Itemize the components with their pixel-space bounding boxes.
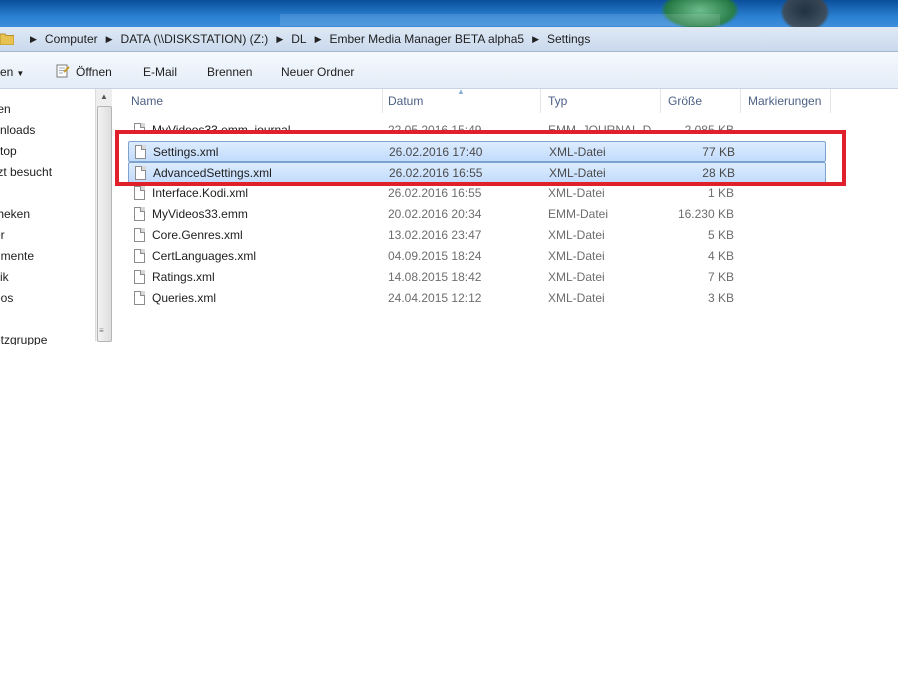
column-header-type[interactable]: Typ [541, 89, 661, 113]
file-date: 24.04.2015 12:12 [388, 291, 482, 305]
breadcrumb-ember[interactable]: Ember Media Manager BETA alpha5 [330, 32, 525, 46]
breadcrumb-data-drive[interactable]: DATA (\\DISKSTATION) (Z:) [121, 32, 269, 46]
file-date: 26.02.2016 16:55 [388, 186, 482, 200]
breadcrumb-dl[interactable]: DL [291, 32, 306, 46]
file-icon [134, 186, 145, 200]
file-size: 3 KB [707, 291, 734, 305]
breadcrumb-arrow-icon[interactable]: ▶ [532, 34, 539, 45]
column-header-tags[interactable]: Markierungen [741, 89, 831, 113]
file-size: 5 KB [707, 228, 734, 242]
organize-label: en [0, 65, 14, 79]
file-row[interactable]: Queries.xml 24.04.2015 12:12 XML-Datei 3… [128, 288, 826, 309]
file-date: 20.02.2016 20:34 [388, 207, 482, 221]
column-header-size[interactable]: Größe [661, 89, 741, 113]
nav-item-libraries[interactable]: theken [0, 207, 30, 221]
nav-item-recent[interactable]: tzt besucht [0, 165, 52, 179]
file-list: Name ▲ Datum Typ Größe Markierungen MyVi… [112, 87, 898, 341]
folder-icon [0, 33, 14, 45]
new-folder-button[interactable]: Neuer Ordner [281, 65, 354, 79]
breadcrumb-arrow-icon[interactable]: ▶ [30, 34, 37, 45]
file-name: MyVideos33.emm [152, 207, 248, 221]
file-name: Core.Genres.xml [152, 228, 243, 242]
file-row[interactable]: Core.Genres.xml 13.02.2016 23:47 XML-Dat… [128, 225, 826, 246]
file-date: 13.02.2016 23:47 [388, 228, 482, 242]
file-date: 04.09.2015 18:24 [388, 249, 482, 263]
breadcrumb: ▶ Computer ▶ DATA (\\DISKSTATION) (Z:) ▶… [22, 31, 590, 47]
nav-scrollbar[interactable]: ▲ ≡ [95, 89, 112, 342]
file-icon [134, 228, 145, 242]
burn-button[interactable]: Brennen [207, 65, 252, 79]
file-name: Ratings.xml [152, 270, 215, 284]
title-bar-reflection [280, 14, 720, 26]
file-type: EMM-Datei [548, 207, 609, 221]
file-size: 16.230 KB [677, 207, 734, 221]
navigation-pane: ten vnloads ktop tzt besucht theken er u… [0, 89, 110, 345]
file-row[interactable]: CertLanguages.xml 04.09.2015 18:24 XML-D… [128, 246, 826, 267]
file-size: 1 KB [707, 186, 734, 200]
nav-item-downloads[interactable]: vnloads [0, 123, 35, 137]
file-type: XML-Datei [548, 249, 605, 263]
column-header-name[interactable]: Name [124, 89, 383, 113]
file-name: Interface.Kodi.xml [152, 186, 249, 200]
file-row[interactable]: Interface.Kodi.xml 26.02.2016 16:55 XML-… [128, 183, 826, 204]
command-toolbar: en ▼ Öffnen E-Mail Brennen Neuer Ordner [0, 52, 898, 89]
scroll-up-arrow-icon[interactable]: ▲ [96, 89, 112, 105]
breadcrumb-arrow-icon[interactable]: ▶ [315, 34, 322, 45]
nav-item-desktop[interactable]: ktop [0, 144, 17, 158]
address-bar[interactable]: ▶ Computer ▶ DATA (\\DISKSTATION) (Z:) ▶… [0, 27, 898, 52]
file-type: XML-Datei [548, 228, 605, 242]
file-icon [134, 249, 145, 263]
file-icon [134, 291, 145, 305]
organize-button[interactable]: en ▼ [0, 65, 24, 79]
nav-item-music[interactable]: sik [0, 270, 9, 284]
file-date: 14.08.2015 18:42 [388, 270, 482, 284]
window-title-bar [0, 0, 898, 27]
open-icon [56, 64, 70, 78]
nav-item-documents[interactable]: umente [0, 249, 34, 263]
column-header-date[interactable]: Datum [381, 89, 541, 113]
nav-item-favorites[interactable]: ten [0, 102, 11, 116]
file-row[interactable]: Ratings.xml 14.08.2015 18:42 XML-Datei 7… [128, 267, 826, 288]
grip-icon: ≡ [99, 326, 104, 335]
taskbar-preview-icon-dark [780, 0, 830, 27]
file-type: XML-Datei [548, 291, 605, 305]
highlight-box [115, 130, 846, 186]
chevron-down-icon: ▼ [16, 69, 25, 78]
nav-item-videos[interactable]: eos [0, 291, 13, 305]
breadcrumb-settings[interactable]: Settings [547, 32, 590, 46]
open-button[interactable]: Öffnen [76, 65, 112, 79]
file-type: XML-Datei [548, 186, 605, 200]
file-name: Queries.xml [152, 291, 217, 305]
breadcrumb-computer[interactable]: Computer [45, 32, 98, 46]
file-size: 4 KB [707, 249, 734, 263]
nav-item-pictures[interactable]: er [0, 228, 5, 242]
file-name: CertLanguages.xml [152, 249, 257, 263]
breadcrumb-arrow-icon[interactable]: ▶ [106, 34, 113, 45]
file-row[interactable]: MyVideos33.emm 20.02.2016 20:34 EMM-Date… [128, 204, 826, 225]
email-button[interactable]: E-Mail [143, 65, 177, 79]
nav-item-homegroup[interactable]: etzgruppe [0, 333, 47, 345]
file-type: XML-Datei [548, 270, 605, 284]
file-icon [134, 270, 145, 284]
scroll-thumb[interactable] [97, 106, 112, 342]
breadcrumb-arrow-icon[interactable]: ▶ [276, 34, 283, 45]
file-icon [134, 207, 145, 221]
file-size: 7 KB [707, 270, 734, 284]
